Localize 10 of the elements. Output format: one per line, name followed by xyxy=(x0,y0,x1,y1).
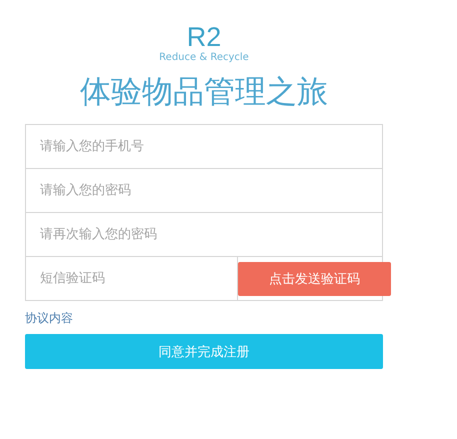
input-field[interactable]: 请输入您的手机号 xyxy=(26,125,382,168)
page-title: 体验物品管理之旅 xyxy=(80,73,328,112)
agreement-link[interactable]: 协议内容 xyxy=(25,310,73,327)
input-field[interactable]: 请再次输入您的密码 xyxy=(26,213,382,256)
input-field[interactable]: 请输入您的密码 xyxy=(26,169,382,212)
input-field[interactable]: 短信验证码 xyxy=(26,257,238,300)
submit-button[interactable]: 同意并完成注册 xyxy=(25,334,383,369)
send-code-button[interactable]: 点击发送验证码 xyxy=(238,262,391,296)
logo-mark: R2 xyxy=(186,22,222,52)
logo-tagline: Reduce & Recycle xyxy=(159,52,249,64)
